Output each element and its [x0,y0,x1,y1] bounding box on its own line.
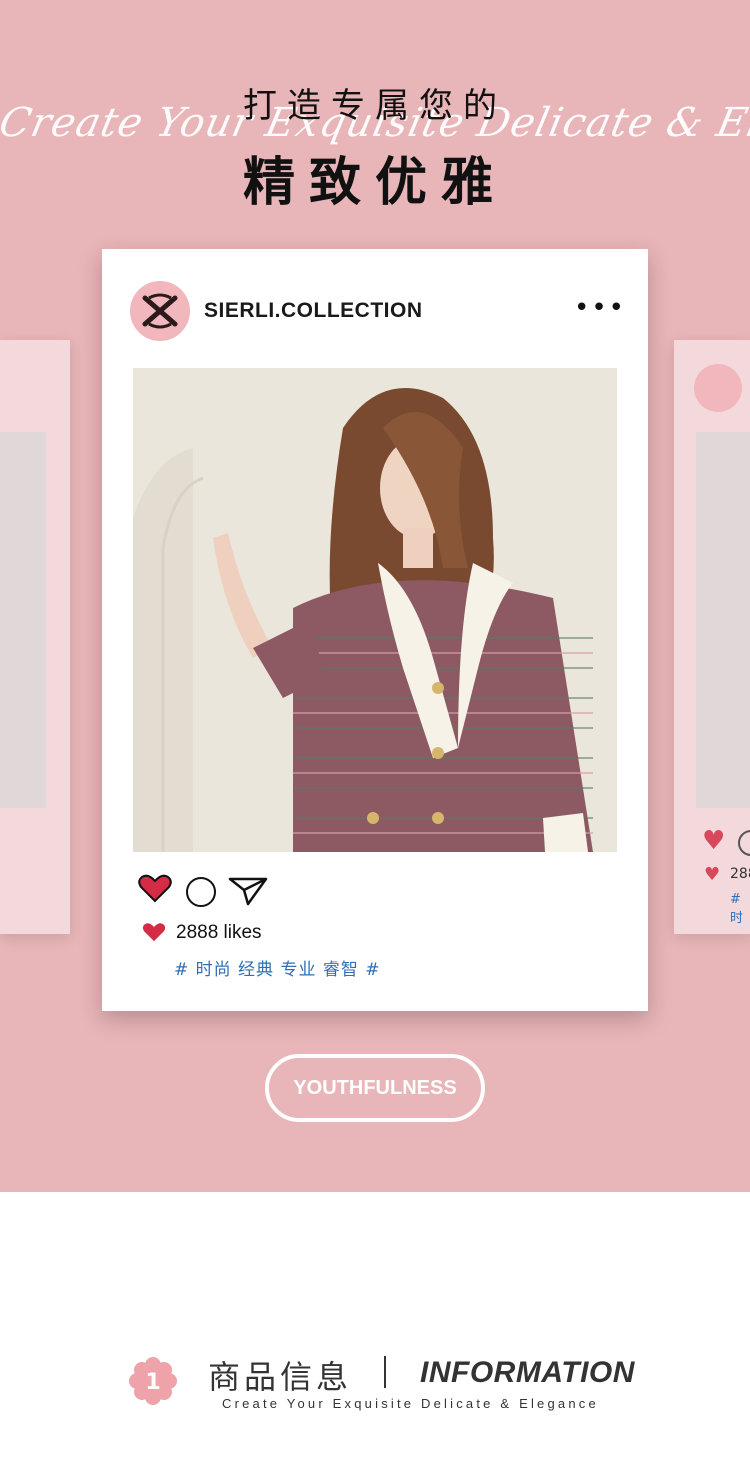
more-options-icon[interactable]: ••• [574,295,626,321]
likes-count: 2888 likes [176,922,262,943]
side-post-tags: # 时 [730,892,744,926]
post-photo [133,368,617,852]
model-photo-illustration [133,368,617,852]
section-title-cn: 商品信息 [208,1358,353,1396]
section-divider [384,1356,386,1388]
post-hashtags[interactable]: # 时尚 经典 专业 睿智 # [174,955,381,980]
headline-line-1: 打造专属您的 [243,86,507,126]
heart-outline-icon: ♥ [702,826,726,856]
comment-icon [738,830,750,856]
brand-avatar[interactable] [130,281,190,341]
headline-line-2: 精致优雅 [242,153,507,213]
brand-logo-icon [142,293,178,329]
section-title-en: INFORMATION [420,1356,635,1389]
likes-heart-icon [142,923,166,942]
section-number: 1 [145,1370,160,1395]
side-post-card-left [0,340,70,934]
side-post-card-right: ♥ ♥ 288 # 时 [674,340,750,934]
section-number-badge-icon: 1 [129,1357,177,1405]
side-post-avatar [694,364,742,412]
account-username[interactable]: SIERLI.COLLECTION [204,299,423,323]
youthfulness-button[interactable]: YOUTHFULNESS [265,1054,485,1122]
share-send-icon[interactable] [228,876,268,906]
side-post-image-placeholder [0,432,46,808]
post-card: SIERLI.COLLECTION ••• 2888 likes # 时尚 经典… [102,249,648,1011]
heart-icon: ♥ [704,864,721,885]
side-post-image-placeholder [696,432,750,808]
section-subtitle: Create Your Exquisite Delicate & Eleganc… [222,1396,599,1411]
side-likes-count: 288 [730,866,750,882]
like-heart-icon[interactable] [138,873,172,903]
comment-icon[interactable] [186,877,216,907]
